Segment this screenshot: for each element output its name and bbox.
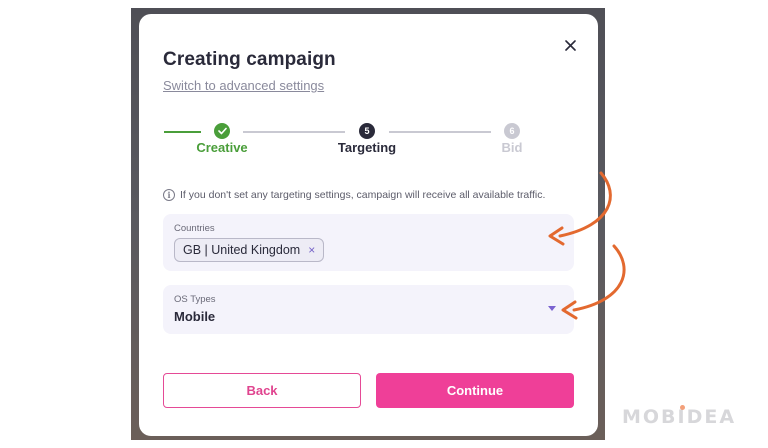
annotation-arrows <box>548 171 626 320</box>
arrow-to-countries-icon <box>548 171 612 246</box>
mobidea-logo: MOBIDEA <box>622 406 737 428</box>
logo-dot <box>680 405 685 410</box>
arrow-to-os-types-icon <box>561 244 626 320</box>
